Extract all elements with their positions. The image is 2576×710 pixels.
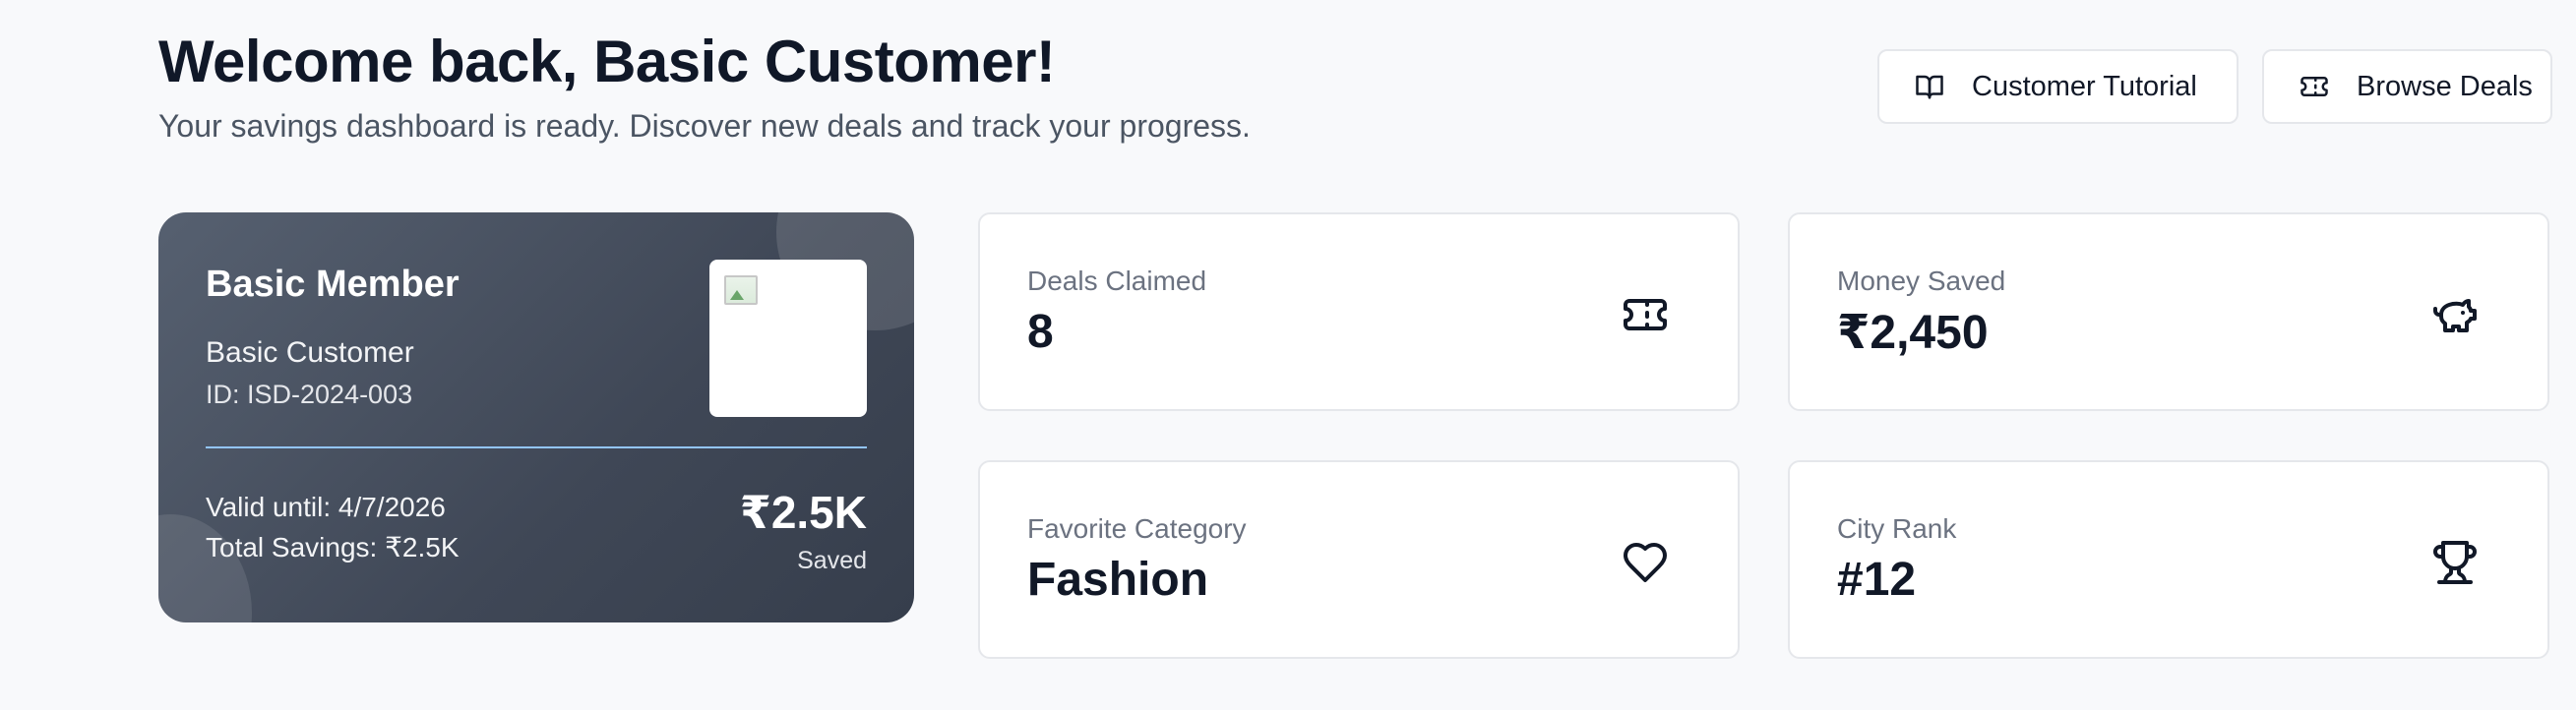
piggy-bank-icon xyxy=(2431,291,2479,338)
member-qr-code xyxy=(709,260,867,417)
stat-value: Fashion xyxy=(1027,554,1209,606)
dashboard-page: Welcome back, Basic Customer! Your savin… xyxy=(0,0,2576,710)
ticket-icon xyxy=(2300,72,2329,101)
stat-value: 8 xyxy=(1027,306,1054,358)
stat-label: Deals Claimed xyxy=(1027,266,1207,296)
stat-card-favorite-category: Favorite Category Fashion xyxy=(978,460,1740,659)
customer-tutorial-button[interactable]: Customer Tutorial xyxy=(1877,49,2239,124)
ticket-icon xyxy=(1622,291,1669,338)
stat-card-deals-claimed: Deals Claimed 8 xyxy=(978,212,1740,411)
page-subtitle: Your savings dashboard is ready. Discove… xyxy=(158,108,1251,144)
valid-until: Valid until: 4/7/2026 xyxy=(206,492,446,522)
page-title: Welcome back, Basic Customer! xyxy=(158,29,1056,94)
stat-label: Favorite Category xyxy=(1027,513,1247,544)
stat-label: City Rank xyxy=(1837,513,1957,544)
member-name: Basic Customer xyxy=(206,336,414,369)
stat-card-money-saved: Money Saved ₹2,450 xyxy=(1788,212,2549,411)
browse-deals-label: Browse Deals xyxy=(2357,70,2533,102)
saved-label: Saved xyxy=(797,547,867,574)
stat-value: #12 xyxy=(1837,554,1917,606)
stat-value: ₹2,450 xyxy=(1837,307,1989,359)
book-open-icon xyxy=(1915,72,1944,101)
card-divider xyxy=(206,446,867,448)
heart-icon xyxy=(1622,539,1669,586)
trophy-icon xyxy=(2431,539,2479,586)
broken-image-icon xyxy=(724,275,758,305)
membership-tier: Basic Member xyxy=(206,264,460,305)
total-savings: Total Savings: ₹2.5K xyxy=(206,532,460,562)
saved-amount: ₹2.5K xyxy=(739,487,867,538)
browse-deals-button[interactable]: Browse Deals xyxy=(2262,49,2552,124)
stat-card-city-rank: City Rank #12 xyxy=(1788,460,2549,659)
member-id: ID: ISD-2024-003 xyxy=(206,380,413,409)
stat-label: Money Saved xyxy=(1837,266,2006,296)
membership-card: Basic Member Basic Customer ID: ISD-2024… xyxy=(158,212,914,622)
customer-tutorial-label: Customer Tutorial xyxy=(1972,70,2197,102)
